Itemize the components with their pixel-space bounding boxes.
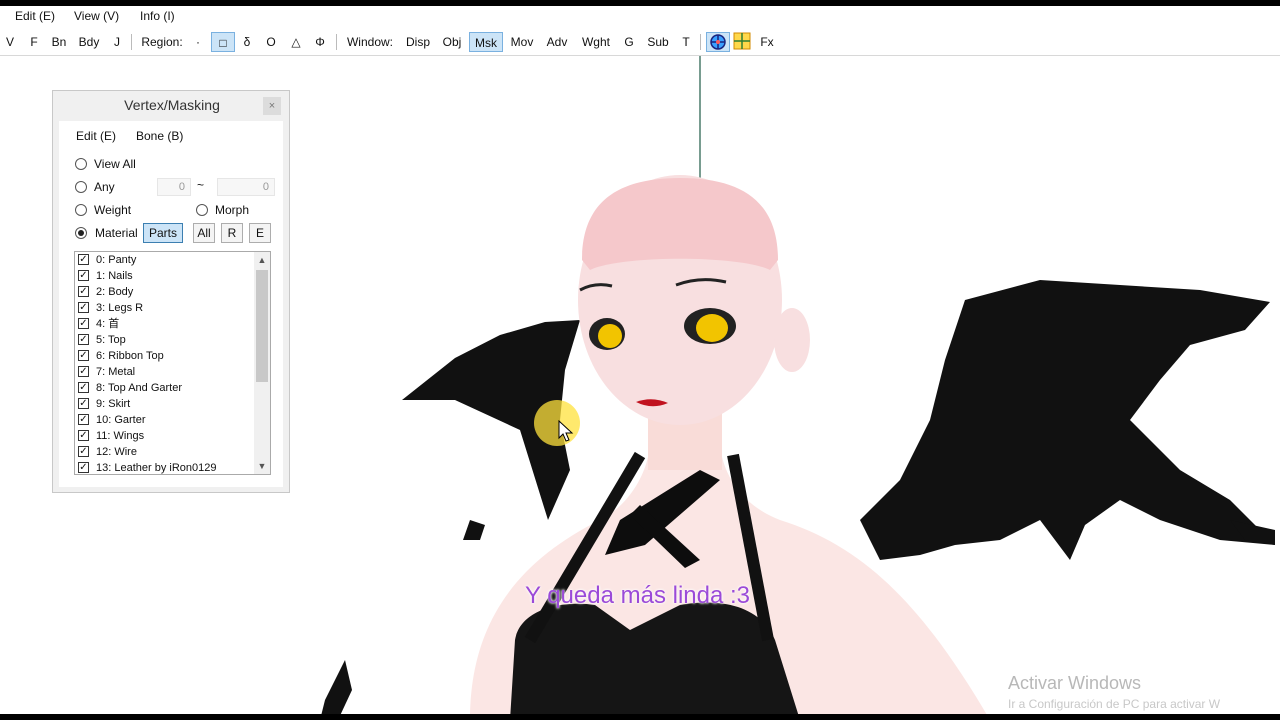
checkbox[interactable]: ✓ <box>78 270 89 281</box>
material-list[interactable]: ✓ 0: Panty ✓ 1: Nails ✓ 2: Body ✓ 3: Legs R … <box>74 251 271 475</box>
checkbox[interactable]: ✓ <box>78 382 89 393</box>
checkbox[interactable]: ✓ <box>78 462 89 473</box>
right-wing <box>860 280 1275 560</box>
region-circle-button[interactable]: O <box>263 32 279 52</box>
region-phi-button[interactable]: Φ <box>312 32 328 52</box>
scroll-thumb[interactable] <box>256 270 268 382</box>
r-button[interactable]: R <box>221 223 243 243</box>
checkbox[interactable]: ✓ <box>78 318 89 329</box>
weight-radio[interactable] <box>75 204 87 216</box>
menu-view[interactable]: View (V) <box>74 9 119 23</box>
toolbar-separator <box>700 34 701 50</box>
tilde-label: ~ <box>197 178 205 192</box>
checkbox[interactable]: ✓ <box>78 286 89 297</box>
wght-button[interactable]: Wght <box>578 32 614 52</box>
region-triangle-button[interactable]: △ <box>288 32 304 52</box>
sub-button[interactable]: Sub <box>644 32 672 52</box>
scroll-up-icon[interactable]: ▲ <box>254 252 270 268</box>
checkbox[interactable]: ✓ <box>78 350 89 361</box>
activation-watermark-subtext: Ir a Configuración de PC para activar W <box>1008 697 1221 711</box>
panel-title: Vertex/Masking <box>124 97 220 113</box>
checkbox[interactable]: ✓ <box>78 430 89 441</box>
vertex-masking-panel: Vertex/Masking × Edit (E) Bone (B) View … <box>52 90 290 493</box>
disp-button[interactable]: Disp <box>404 32 432 52</box>
v-button[interactable]: V <box>4 32 16 52</box>
target-icon[interactable] <box>706 32 730 52</box>
g-button[interactable]: G <box>622 32 636 52</box>
region-delta-button[interactable]: δ <box>240 32 254 52</box>
region-dot-button[interactable]: · <box>191 32 205 52</box>
scroll-down-icon[interactable]: ▼ <box>254 458 270 474</box>
toolbar-separator <box>131 34 132 50</box>
window-bottom-edge <box>0 714 1280 720</box>
morph-radio[interactable] <box>196 204 208 216</box>
checkbox[interactable]: ✓ <box>78 254 89 265</box>
adv-button[interactable]: Adv <box>544 32 570 52</box>
video-subtitle: Y queda más linda :3 <box>524 582 751 609</box>
region-label: Region: <box>141 35 183 49</box>
any-to-field[interactable]: 0 <box>217 178 275 196</box>
checkbox[interactable]: ✓ <box>78 302 89 313</box>
e-button[interactable]: E <box>249 223 271 243</box>
f-button[interactable]: F <box>28 32 40 52</box>
checkbox[interactable]: ✓ <box>78 398 89 409</box>
list-scrollbar[interactable]: ▲ ▼ <box>254 252 270 474</box>
checkbox[interactable]: ✓ <box>78 414 89 425</box>
panel-menu-bone[interactable]: Bone (B) <box>136 129 183 143</box>
checkbox[interactable]: ✓ <box>78 334 89 345</box>
menu-info[interactable]: Info (I) <box>140 9 175 23</box>
material-label: Material <box>95 226 138 240</box>
msk-button[interactable]: Msk <box>469 32 503 52</box>
region-square-button[interactable]: □ <box>211 32 235 52</box>
mov-button[interactable]: Mov <box>507 32 537 52</box>
j-button[interactable]: J <box>112 32 122 52</box>
any-radio[interactable] <box>75 181 87 193</box>
any-from-field[interactable]: 0 <box>157 178 191 196</box>
any-label: Any <box>94 180 115 194</box>
toolbar-separator <box>336 34 337 50</box>
view-all-radio[interactable] <box>75 158 87 170</box>
cursor-arrow-icon <box>558 420 574 442</box>
parts-button[interactable]: Parts <box>143 223 183 243</box>
material-radio[interactable] <box>75 227 87 239</box>
activation-watermark: Activar Windows <box>1008 673 1142 693</box>
view-all-label: View All <box>94 157 136 171</box>
obj-button[interactable]: Obj <box>440 32 464 52</box>
window-label: Window: <box>346 35 393 49</box>
menu-edit[interactable]: Edit (E) <box>15 9 55 23</box>
bn-button[interactable]: Bn <box>50 32 68 52</box>
panel-menu-edit[interactable]: Edit (E) <box>76 129 116 143</box>
morph-label: Morph <box>215 203 250 217</box>
checkbox[interactable]: ✓ <box>78 446 89 457</box>
menu-bar: Edit (E) View (V) Info (I) <box>0 6 1280 28</box>
all-button[interactable]: All <box>193 223 215 243</box>
toolbar: V F Bn Bdy J Region: · □ δ O △ Φ Window:… <box>0 29 1280 56</box>
bdy-button[interactable]: Bdy <box>77 32 101 52</box>
close-icon[interactable]: × <box>263 97 281 115</box>
t-button[interactable]: T <box>679 32 693 52</box>
checkbox[interactable]: ✓ <box>78 366 89 377</box>
weight-label: Weight <box>94 203 132 217</box>
fx-button[interactable]: Fx <box>758 32 776 52</box>
grid-icon[interactable] <box>732 32 752 52</box>
dress <box>510 602 800 720</box>
